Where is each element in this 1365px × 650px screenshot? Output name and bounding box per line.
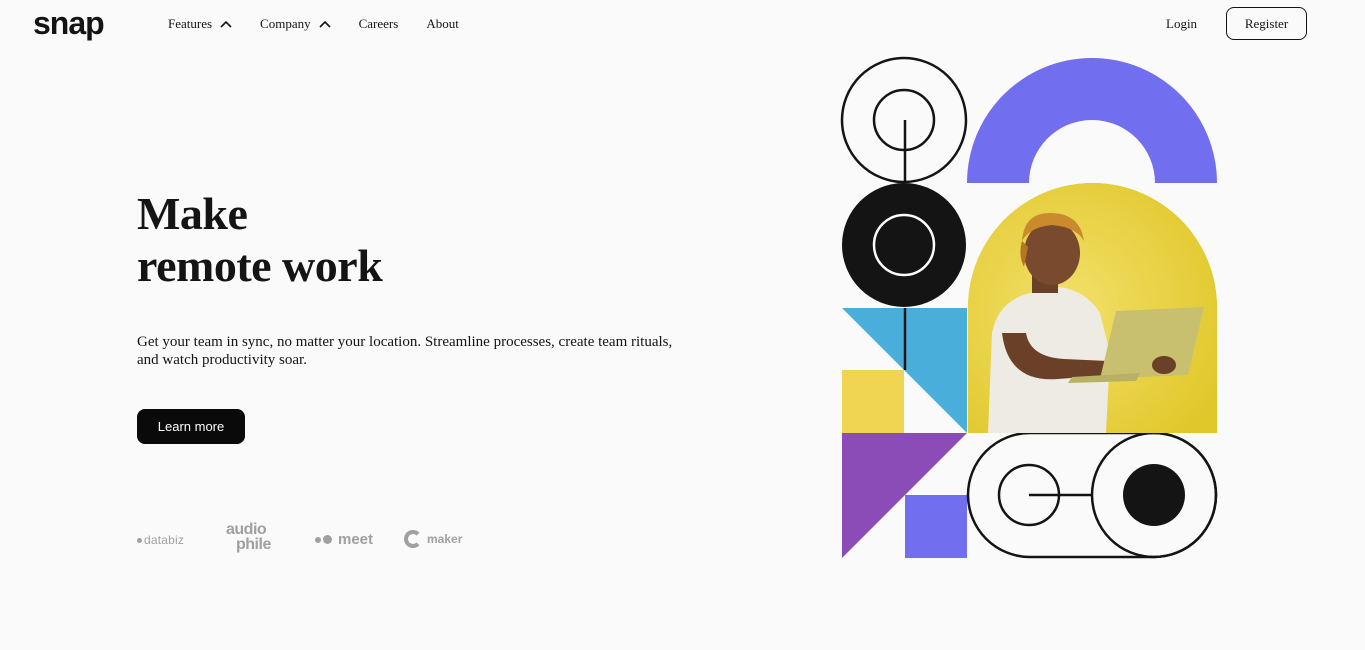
nav-item-about[interactable]: About	[426, 14, 459, 34]
site-header: snap Features Company Careers About Logi…	[0, 0, 1365, 48]
client-logo-text: databiz	[144, 533, 185, 547]
hero-illustration	[840, 56, 1220, 560]
client-logo-text: maker	[427, 532, 463, 546]
hero-title-line2: remote work	[137, 240, 383, 291]
meet-dots-icon	[315, 535, 334, 544]
client-logo-audiophile: audio phile	[226, 521, 271, 553]
client-logos: databiz audio phile meet maker	[137, 522, 477, 556]
nav-item-label: Features	[168, 16, 213, 31]
chevron-up-icon	[319, 20, 331, 28]
hero-title-line1: Make	[137, 188, 248, 239]
person-with-laptop-image	[968, 183, 1217, 433]
maker-ring-icon	[404, 530, 422, 548]
nav-item-label: Company	[260, 16, 311, 31]
client-logo-text: phile	[236, 536, 271, 553]
client-logo-text: audio	[226, 521, 267, 538]
login-link[interactable]: Login	[1166, 14, 1197, 34]
databiz-dot-icon	[137, 537, 142, 543]
hero-photo	[968, 183, 1217, 433]
nav-item-features[interactable]: Features	[168, 14, 232, 34]
client-logo-text: meet	[338, 531, 374, 548]
main-nav: Features Company Careers About	[168, 14, 459, 34]
hero-title: Make remote work	[137, 188, 537, 292]
nav-item-label: About	[426, 16, 459, 31]
client-logo-maker: maker	[404, 530, 462, 548]
learn-more-button[interactable]: Learn more	[137, 409, 245, 444]
register-button[interactable]: Register	[1226, 7, 1307, 40]
client-logo-meet: meet	[315, 531, 373, 548]
chevron-up-icon	[220, 20, 232, 28]
logo[interactable]: snap	[33, 3, 105, 43]
hero-description: Get your team in sync, no matter your lo…	[137, 334, 673, 368]
nav-item-label: Careers	[358, 16, 399, 31]
nav-item-careers[interactable]: Careers	[359, 14, 399, 34]
client-logo-databiz: databiz	[137, 533, 184, 547]
nav-item-company[interactable]: Company	[260, 14, 331, 34]
